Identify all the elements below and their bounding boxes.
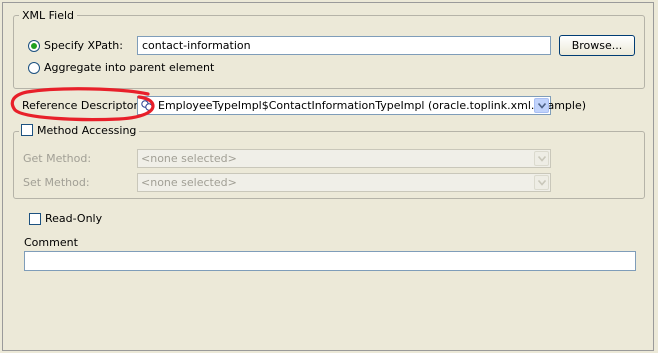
aggregate-radio[interactable] [28, 62, 40, 74]
aggregate-label: Aggregate into parent element [44, 61, 215, 74]
set-method-value: <none selected> [141, 176, 237, 189]
reference-descriptor-value: EmployeeTypeImpl$ContactInformationTypeI… [158, 99, 587, 112]
method-accessing-checkbox[interactable] [21, 124, 33, 136]
comment-input[interactable] [24, 251, 636, 271]
read-only-checkbox[interactable] [29, 213, 41, 225]
specify-xpath-radio[interactable] [28, 40, 40, 52]
get-method-combo[interactable]: <none selected> [137, 149, 551, 168]
reference-descriptor-combo[interactable]: EmployeeTypeImpl$ContactInformationTypeI… [137, 96, 586, 115]
chevron-down-icon[interactable] [534, 151, 549, 166]
red-circle-annotation [10, 87, 155, 122]
method-accessing-legend: Method Accessing [19, 124, 140, 137]
get-method-value: <none selected> [141, 152, 237, 165]
browse-button[interactable]: Browse... [559, 35, 635, 56]
specify-xpath-label: Specify XPath: [44, 39, 123, 52]
set-method-combo[interactable]: <none selected> [137, 173, 551, 192]
method-accessing-label: Method Accessing [37, 124, 137, 137]
chevron-down-icon[interactable] [534, 98, 549, 113]
get-method-label: Get Method: [23, 152, 92, 165]
xpath-input[interactable]: contact-information [137, 36, 551, 55]
xml-field-legend: XML Field [19, 9, 78, 22]
read-only-label: Read-Only [45, 212, 103, 225]
set-method-label: Set Method: [23, 176, 90, 189]
chevron-down-icon[interactable] [534, 175, 549, 190]
mapping-panel: XML Field Specify XPath: contact-informa… [2, 2, 654, 351]
comment-label: Comment [24, 236, 78, 249]
